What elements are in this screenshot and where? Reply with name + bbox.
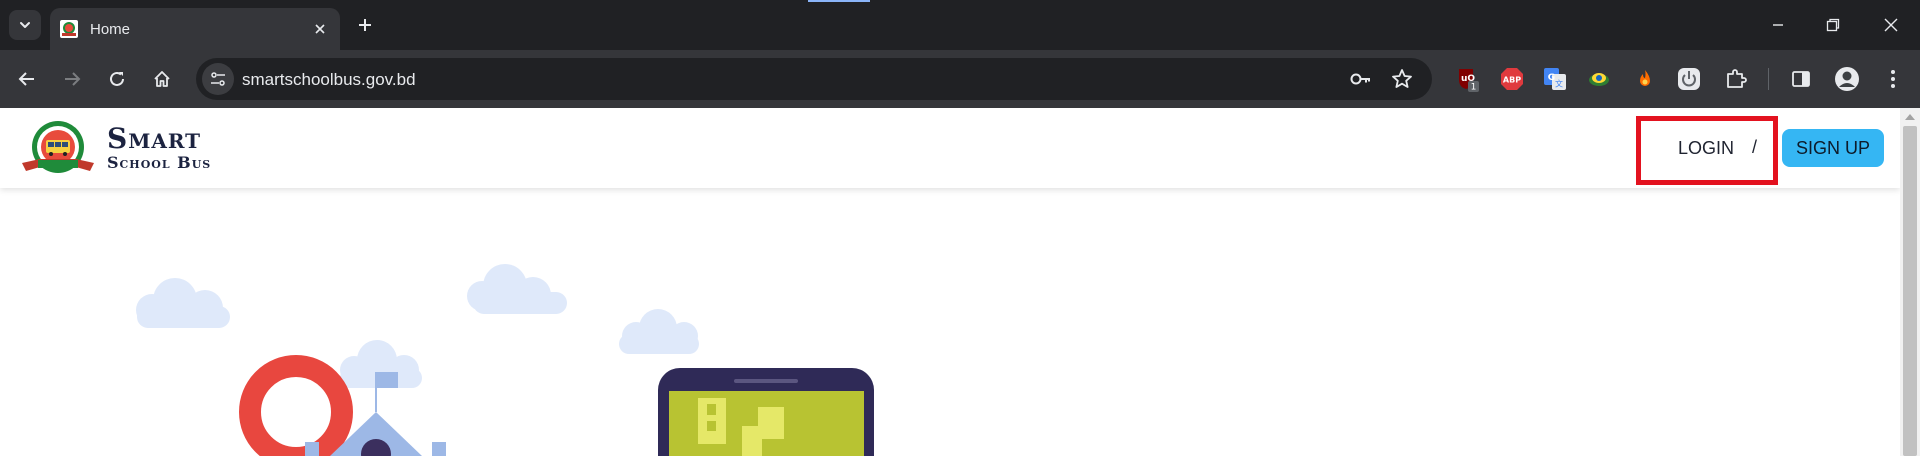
ublock-extension-button[interactable]: uO 1: [1455, 66, 1481, 92]
tab-close-button[interactable]: [310, 19, 330, 39]
fire-extension-button[interactable]: [1632, 66, 1658, 92]
logo-title: Smart: [107, 122, 202, 155]
key-icon: [1350, 73, 1370, 85]
abp-extension-button[interactable]: ABP: [1499, 66, 1525, 92]
cloud-left: [136, 278, 230, 328]
browser-tab[interactable]: Home: [50, 8, 340, 50]
plus-icon: [359, 19, 371, 31]
tab-strip: Home: [0, 0, 1920, 50]
site-favicon-icon: [60, 20, 78, 38]
abp-label: ABP: [1503, 76, 1521, 85]
fire-extension-icon: [1640, 70, 1650, 86]
browser-toolbar: smartschoolbus.gov.bd uO 1 ABP G 文: [0, 50, 1920, 108]
more-vert-icon: [1891, 70, 1895, 88]
extensions-menu-button[interactable]: [1723, 66, 1749, 92]
google-translate-icon: G 文: [1544, 68, 1566, 90]
globe-extension-button[interactable]: [1586, 66, 1612, 92]
minimize-button[interactable]: [1762, 12, 1794, 38]
restore-icon: [1826, 18, 1840, 32]
reload-icon: [110, 71, 124, 86]
svg-text:文: 文: [1555, 79, 1563, 89]
logo-subtitle: School Bus: [107, 153, 212, 172]
bookmark-button[interactable]: [1390, 67, 1414, 91]
home-button[interactable]: [147, 64, 177, 94]
phone-device: [658, 368, 874, 456]
new-tab-button[interactable]: [352, 12, 378, 38]
tab-search-button[interactable]: [9, 10, 41, 40]
address-bar[interactable]: smartschoolbus.gov.bd: [196, 58, 1432, 100]
home-icon: [154, 71, 170, 87]
close-icon: [315, 24, 325, 34]
ublock-badge: 1: [1471, 83, 1477, 93]
browser-menu-button[interactable]: [1880, 66, 1906, 92]
scroll-up-arrow-icon[interactable]: [1905, 114, 1915, 120]
bus-emblem-logo[interactable]: [20, 119, 96, 181]
signup-button[interactable]: SIGN UP: [1782, 129, 1884, 167]
restore-button[interactable]: [1817, 12, 1849, 38]
toolbar-separator: [1768, 68, 1769, 90]
tab-title: Home: [90, 20, 131, 38]
tune-icon: [211, 72, 225, 86]
cloud-small: [619, 309, 699, 354]
web-page: Smart School Bus LOGIN / SIGN UP: [0, 108, 1900, 456]
power-extension-button[interactable]: [1676, 66, 1702, 92]
google-translate-button[interactable]: G 文: [1542, 66, 1568, 92]
chevron-down-icon: [20, 22, 30, 28]
password-key-button[interactable]: [1348, 67, 1372, 91]
side-panel-icon: [1792, 71, 1810, 87]
power-extension-icon: [1678, 68, 1700, 90]
cloud-middle: [467, 264, 567, 314]
tabstrip-accent: [808, 0, 870, 2]
ring-shape: [239, 355, 353, 456]
avatar-icon: [1835, 67, 1859, 91]
arrow-right-icon: [65, 72, 81, 86]
puzzle-icon: [1727, 69, 1747, 88]
close-icon: [1884, 18, 1898, 32]
login-highlight-box: [1636, 116, 1778, 185]
ublock-icon: uO 1: [1459, 69, 1479, 93]
reload-button[interactable]: [102, 64, 132, 94]
abp-icon: ABP: [1501, 68, 1523, 90]
site-info-button[interactable]: [202, 63, 234, 95]
forward-button[interactable]: [57, 64, 87, 94]
page-scrollbar[interactable]: [1900, 108, 1920, 456]
profile-button[interactable]: [1834, 66, 1860, 92]
site-header: Smart School Bus LOGIN / SIGN UP: [0, 108, 1900, 188]
globe-extension-icon: [1589, 73, 1609, 86]
window-close-button[interactable]: [1875, 12, 1907, 38]
hero-illustration: [136, 264, 874, 456]
scrollbar-thumb[interactable]: [1903, 126, 1917, 456]
minimize-icon: [1773, 24, 1783, 26]
arrow-left-icon: [18, 72, 34, 86]
url-text[interactable]: smartschoolbus.gov.bd: [242, 70, 416, 90]
side-panel-button[interactable]: [1788, 66, 1814, 92]
back-button[interactable]: [12, 64, 42, 94]
star-icon: [1392, 69, 1412, 88]
